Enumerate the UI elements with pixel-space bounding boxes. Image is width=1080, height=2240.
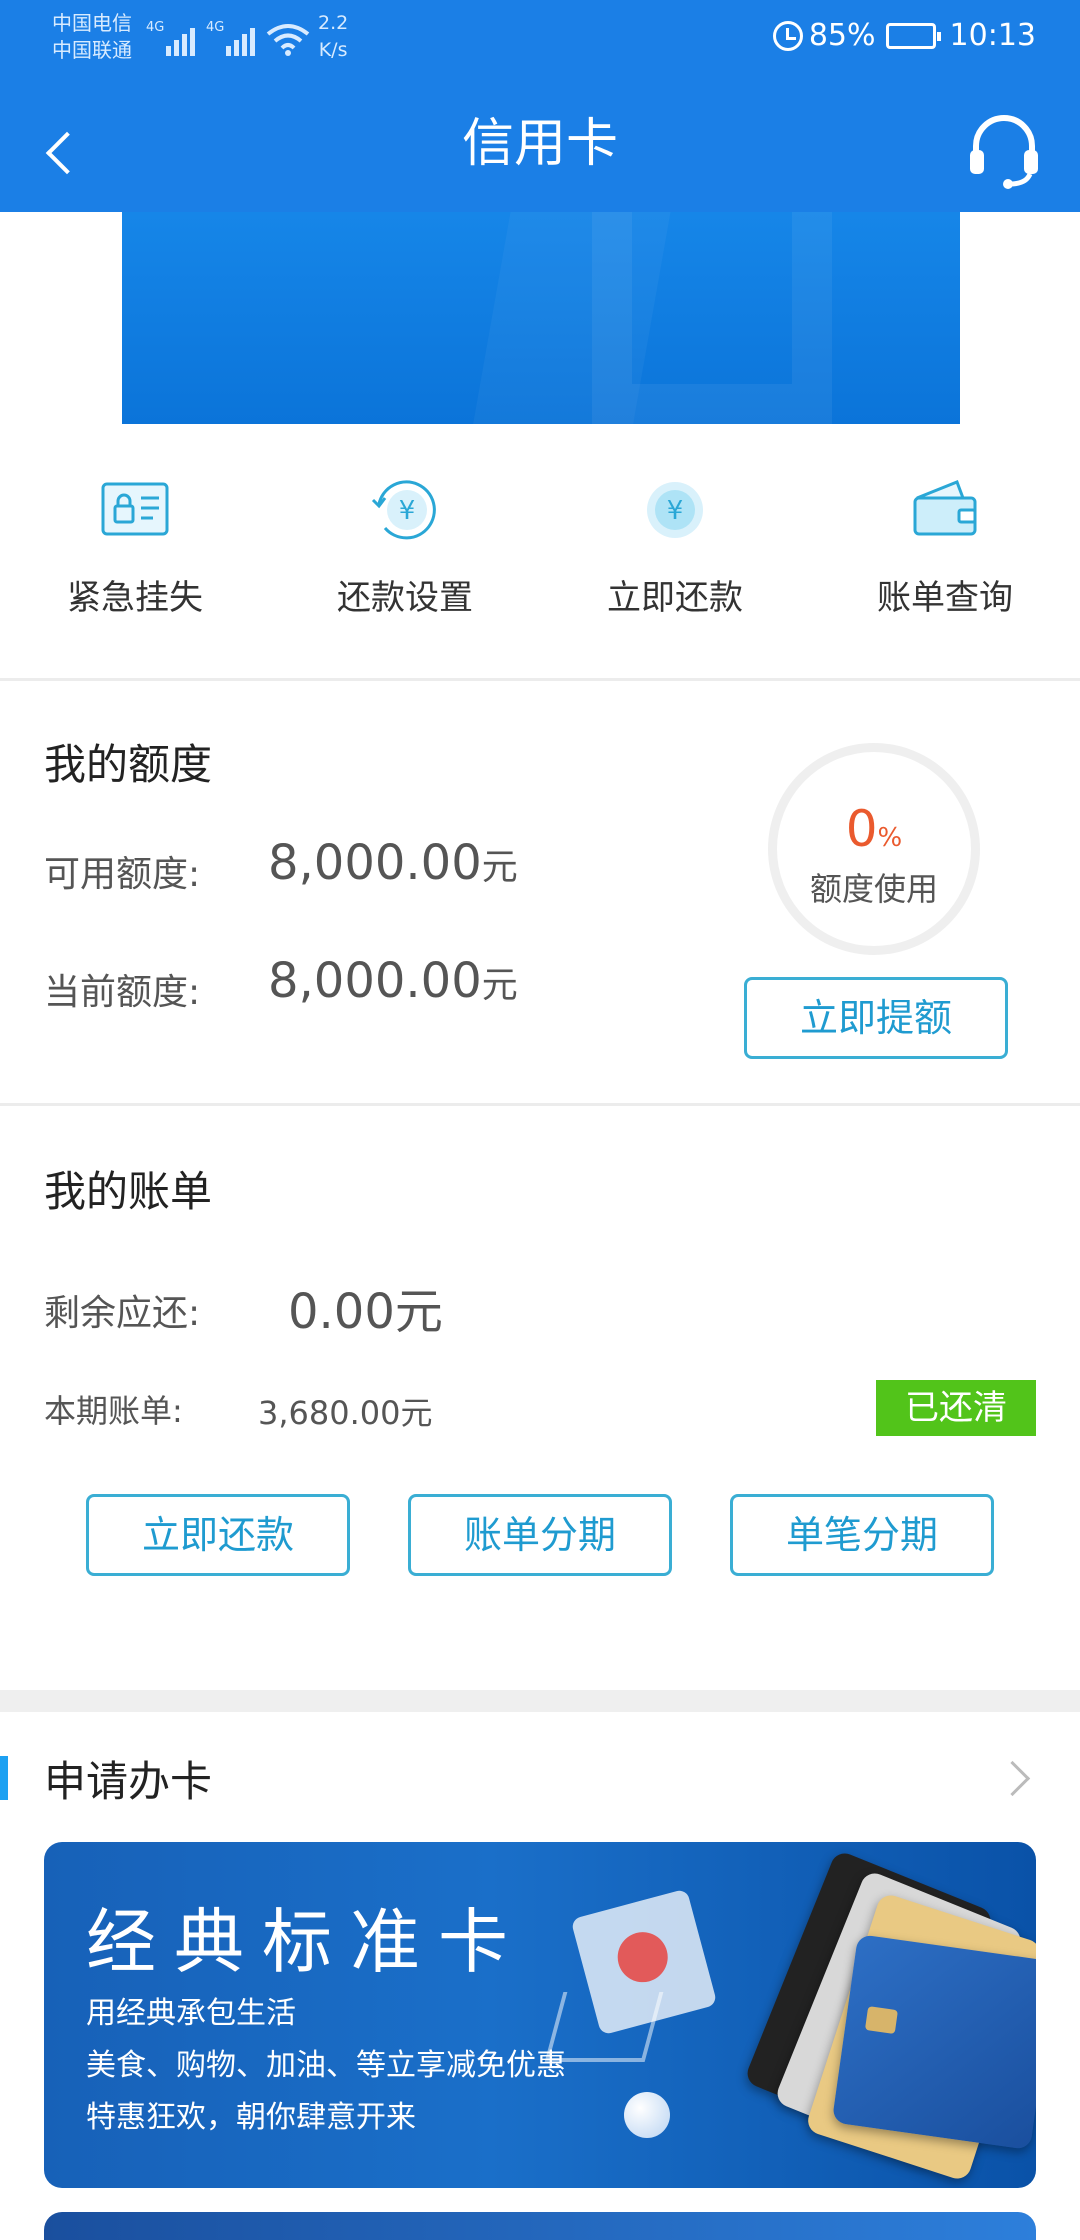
carrier-names: 中国电信 中国联通 [52, 10, 132, 64]
svg-text:¥: ¥ [667, 496, 684, 526]
card-banner[interactable] [122, 212, 960, 424]
wifi-icon [266, 24, 310, 56]
promo-title: 经典标准卡 [86, 1901, 526, 1983]
current-value: 8,000.00元 [268, 953, 518, 1009]
bill-title: 我的账单 [44, 1167, 213, 1216]
ball-graphic [624, 2092, 670, 2138]
action-label: 还款设置 [337, 578, 473, 618]
action-bill-query[interactable]: 账单查询 [810, 440, 1080, 678]
period-label: 本期账单: [44, 1392, 183, 1430]
action-repay-now[interactable]: ¥ 立即还款 [540, 440, 810, 678]
nav-bar: 信用卡 [0, 100, 1080, 212]
cart-graphic [544, 1992, 664, 2062]
section-gap [0, 1690, 1080, 1712]
page-title: 信用卡 [461, 114, 618, 174]
carrier-2: 中国联通 [52, 38, 132, 62]
promo-banner-2[interactable] [44, 2212, 1036, 2240]
net-speed: 2.2 K/s [318, 12, 349, 61]
battery-icon [885, 22, 941, 49]
bill-installment-button[interactable]: 账单分期 [408, 1494, 672, 1576]
quota-title: 我的额度 [44, 740, 213, 789]
status-bar: 中国电信 中国联通 4G 4G 2.2 K/s 85% 10:13 [0, 0, 1080, 80]
carrier-1: 中国电信 [52, 11, 132, 35]
promo-line: 美食、购物、加油、等立享减免优惠 [86, 2048, 566, 2083]
period-value: 3,680.00元 [258, 1394, 433, 1432]
action-repay-settings[interactable]: ¥ 还款设置 [270, 440, 540, 678]
chevron-right-icon[interactable] [996, 1758, 1036, 1798]
section-accent [0, 1756, 8, 1800]
action-label: 立即还款 [607, 578, 743, 618]
action-label: 紧急挂失 [67, 578, 203, 618]
available-label: 可用额度: [44, 854, 201, 895]
signal-icon: 4G [146, 20, 198, 56]
promo-line: 特惠狂欢，朝你肆意开来 [86, 2100, 416, 2135]
battery-percent: 85% [808, 18, 876, 53]
usage-gauge: 0% 额度使用 [768, 743, 980, 955]
clock: 10:13 [949, 18, 1036, 53]
alarm-icon [772, 20, 803, 51]
action-report-loss[interactable]: 紧急挂失 [0, 440, 270, 678]
bill-section: 我的账单 剩余应还: 0.00元 本期账单: 3,680.00元 已还清 立即还… [0, 1106, 1080, 1690]
headset-icon[interactable] [964, 110, 1044, 190]
usage-percent: 0% [845, 800, 903, 858]
promo-banner[interactable]: 经典标准卡 用经典承包生活 美食、购物、加油、等立享减免优惠 特惠狂欢，朝你肆意… [44, 1842, 1036, 2188]
credit-cards-graphic [743, 1849, 1036, 2183]
quota-section: 我的额度 可用额度: 8,000.00元 当前额度: 8,000.00元 0% … [0, 681, 1080, 1103]
status-right: 85% 10:13 [772, 18, 1036, 53]
yuan-refresh-icon: ¥ [371, 480, 436, 540]
status-badge: 已还清 [876, 1380, 1036, 1436]
promo-line: 用经典承包生活 [86, 1996, 296, 2031]
raise-limit-button[interactable]: 立即提额 [744, 977, 1008, 1059]
quick-actions: 紧急挂失 ¥ 还款设置 ¥ 立即还款 账单查询 [0, 440, 1080, 678]
usage-label: 额度使用 [809, 870, 938, 908]
card-lock-icon [101, 482, 169, 536]
remaining-label: 剩余应还: [44, 1293, 201, 1334]
svg-text:¥: ¥ [399, 496, 416, 526]
remaining-value: 0.00元 [288, 1284, 443, 1340]
current-label: 当前额度: [44, 972, 201, 1013]
apply-title[interactable]: 申请办卡 [44, 1748, 212, 1809]
repay-now-button[interactable]: 立即还款 [86, 1494, 350, 1576]
available-value: 8,000.00元 [268, 835, 518, 891]
yuan-coin-icon: ¥ [647, 482, 703, 538]
wallet-icon [913, 480, 977, 536]
action-label: 账单查询 [877, 578, 1013, 618]
single-installment-button[interactable]: 单笔分期 [730, 1494, 994, 1576]
signal-icon: 4G [206, 20, 258, 56]
app-header: 中国电信 中国联通 4G 4G 2.2 K/s 85% 10:13 信用卡 [0, 0, 1080, 212]
apply-card-section: 申请办卡 经典标准卡 用经典承包生活 美食、购物、加油、等立享减免优惠 特惠狂欢… [0, 1712, 1080, 2240]
